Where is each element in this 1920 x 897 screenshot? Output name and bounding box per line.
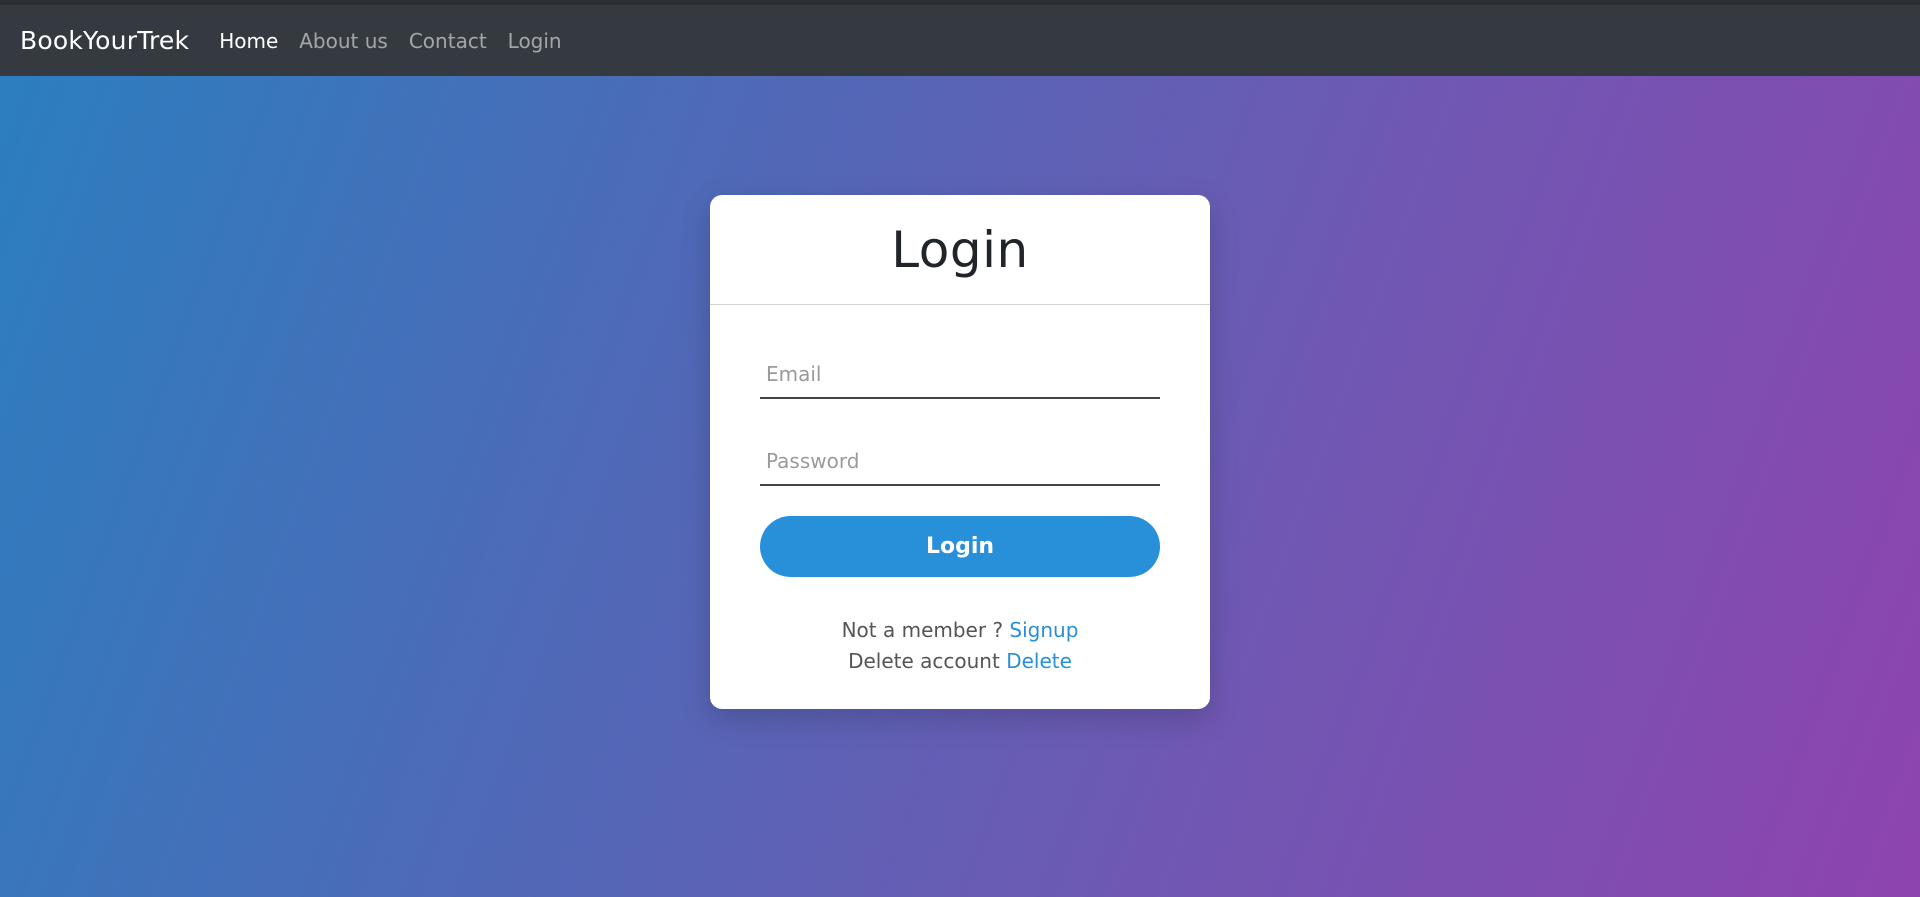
password-field-wrapper: [760, 432, 1160, 486]
nav-home[interactable]: Home: [219, 29, 278, 53]
delete-row: Delete account Delete: [760, 646, 1160, 677]
signup-link[interactable]: Signup: [1009, 618, 1078, 642]
login-card: Login Login Not a member ? Signup Delete…: [710, 195, 1210, 709]
nav-about[interactable]: About us: [299, 29, 388, 53]
navbar: BookYourTrek Home About us Contact Login: [0, 0, 1920, 76]
card-header: Login: [710, 195, 1210, 305]
account-links: Not a member ? Signup Delete account Del…: [760, 615, 1160, 677]
email-field[interactable]: [760, 345, 1160, 397]
email-field-wrapper: [760, 345, 1160, 399]
login-button[interactable]: Login: [760, 516, 1160, 577]
nav-contact[interactable]: Contact: [409, 29, 487, 53]
card-body: Login Not a member ? Signup Delete accou…: [710, 305, 1210, 677]
delete-prompt: Delete account: [848, 649, 1000, 673]
nav-links: Home About us Contact Login: [219, 29, 582, 53]
nav-login[interactable]: Login: [508, 29, 562, 53]
login-title: Login: [891, 220, 1029, 279]
delete-link[interactable]: Delete: [1006, 649, 1072, 673]
signup-row: Not a member ? Signup: [760, 615, 1160, 646]
signup-prompt: Not a member ?: [841, 618, 1004, 642]
password-field[interactable]: [760, 432, 1160, 484]
brand-logo[interactable]: BookYourTrek: [20, 26, 189, 55]
